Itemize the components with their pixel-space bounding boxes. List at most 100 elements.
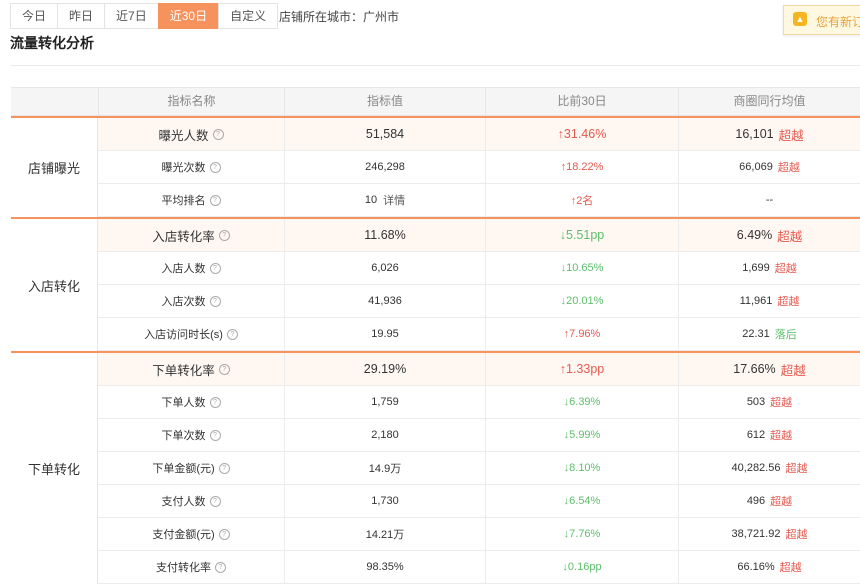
header-metric-value: 指标值: [284, 88, 485, 115]
peer-avg-value: 496: [746, 495, 766, 507]
group-label: 店铺曝光: [11, 118, 98, 217]
change-value: ↑1.33pp: [559, 362, 605, 376]
help-icon[interactable]: ?: [209, 295, 221, 307]
table-row: 入店转化率? 11.68% ↓5.51pp 6.49% 超越: [98, 219, 860, 252]
metric-group: 店铺曝光 曝光人数? 51,584 ↑31.46% 16,101 超越 曝光次数? 246,2…: [11, 116, 860, 217]
help-icon[interactable]: ?: [212, 128, 224, 140]
peer-avg-cell: 503 超越: [678, 386, 860, 418]
change-value: ↓8.10%: [563, 462, 601, 474]
metric-name: 曝光次数: [161, 162, 206, 174]
metric-value-cell: 19.95: [284, 318, 485, 350]
table-row: 支付金额(元)? 14.21万 ↓7.76% 38,721.92 超越: [98, 518, 860, 551]
help-icon[interactable]: ?: [209, 396, 221, 408]
tab-2[interactable]: 近7日: [104, 3, 159, 29]
table-row: 支付转化率? 98.35% ↓0.16pp 66.16% 超越: [98, 551, 860, 584]
help-icon[interactable]: ?: [209, 429, 221, 441]
tab-0[interactable]: 今日: [10, 3, 59, 29]
help-icon[interactable]: ?: [218, 363, 230, 375]
help-icon[interactable]: ?: [209, 262, 221, 274]
change-value: ↓5.51pp: [559, 228, 605, 242]
peer-avg-value: --: [765, 194, 774, 206]
help-icon[interactable]: ?: [218, 229, 230, 241]
metric-value: 246,298: [365, 161, 405, 173]
metric-name-cell: 下单转化率?: [98, 353, 284, 385]
tab-4[interactable]: 自定义: [218, 3, 279, 29]
metric-name: 支付金额(元): [152, 529, 215, 541]
peer-compare-badge: 超越: [777, 296, 800, 308]
metric-value-cell: 98.35%: [284, 551, 485, 583]
table-row: 入店人数? 6,026 ↓10.65% 1,699 超越: [98, 252, 860, 285]
change-cell: ↓5.99%: [485, 419, 678, 451]
change-value: ↓10.65%: [560, 262, 604, 274]
metric-name-cell: 入店转化率?: [98, 219, 284, 251]
help-icon[interactable]: ?: [215, 561, 226, 573]
change-value: ↑7.96%: [563, 328, 601, 340]
change-cell: ↓7.76%: [485, 518, 678, 550]
peer-compare-badge: 超越: [770, 430, 793, 442]
table-row: 下单转化率? 29.19% ↑1.33pp 17.66% 超越: [98, 353, 860, 386]
metric-value-cell: 246,298: [284, 151, 485, 183]
metric-value: 29.19%: [363, 362, 407, 376]
table-row: 下单人数? 1,759 ↓6.39% 503 超越: [98, 386, 860, 419]
metric-value: 10: [364, 194, 378, 206]
peer-avg-value: 6.49%: [736, 228, 773, 242]
bell-icon: ▲: [793, 12, 807, 26]
metric-name: 入店转化率: [152, 229, 215, 244]
metric-value-cell: 10 详情: [284, 184, 485, 216]
peer-avg-value: 11,961: [739, 295, 773, 307]
help-icon[interactable]: ?: [226, 328, 238, 340]
tab-3[interactable]: 近30日: [157, 3, 220, 29]
peer-compare-badge: 超越: [770, 397, 793, 409]
peer-compare-badge: 超越: [777, 162, 800, 174]
metric-value-cell: 1,730: [284, 485, 485, 517]
metric-value-cell: 6,026: [284, 252, 485, 284]
change-cell: ↑18.22%: [485, 151, 678, 183]
metric-value: 1,759: [371, 396, 399, 408]
table-header: 指标名称 指标值 比前30日 商圈同行均值: [11, 88, 860, 116]
peer-compare-badge: 超越: [777, 229, 803, 244]
change-cell: ↑31.46%: [485, 118, 678, 150]
table-row: 支付人数? 1,730 ↓6.54% 496 超越: [98, 485, 860, 518]
change-value: ↓6.54%: [563, 495, 601, 507]
table-row: 平均排名? 10 详情 ↑2名 --: [98, 184, 860, 217]
metric-value-cell: 11.68%: [284, 219, 485, 251]
change-cell: ↓6.54%: [485, 485, 678, 517]
metric-name: 下单人数: [161, 397, 206, 409]
change-value: ↑2名: [570, 195, 594, 207]
metric-name-cell: 下单人数?: [98, 386, 284, 418]
table-row: 曝光人数? 51,584 ↑31.46% 16,101 超越: [98, 118, 860, 151]
header-vs-prev: 比前30日: [485, 88, 678, 115]
metric-group: 入店转化 入店转化率? 11.68% ↓5.51pp 6.49% 超越 入店人数? 6,026…: [11, 217, 860, 351]
metric-name: 平均排名: [161, 195, 206, 207]
table-row: 入店访问时长(s)? 19.95 ↑7.96% 22.31 落后: [98, 318, 860, 351]
metric-name-cell: 下单次数?: [98, 419, 284, 451]
peer-avg-cell: 16,101 超越: [678, 118, 860, 150]
detail-link[interactable]: 详情: [383, 192, 405, 208]
metric-value: 51,584: [365, 127, 405, 141]
metric-name-cell: 入店访问时长(s)?: [98, 318, 284, 350]
new-order-notice[interactable]: ▲ 您有新订: [783, 5, 860, 35]
peer-compare-badge: 落后: [774, 329, 797, 341]
change-cell: ↓5.51pp: [485, 219, 678, 251]
metric-name: 入店次数: [161, 296, 206, 308]
metric-name: 下单转化率: [152, 363, 215, 378]
help-icon[interactable]: ?: [209, 161, 221, 173]
change-value: ↑18.22%: [560, 161, 604, 173]
peer-avg-cell: 66,069 超越: [678, 151, 860, 183]
metric-value-cell: 41,936: [284, 285, 485, 317]
peer-avg-value: 38,721.92: [731, 528, 781, 540]
help-icon[interactable]: ?: [209, 495, 221, 507]
header-peer-avg: 商圈同行均值: [678, 88, 860, 115]
notice-text: 您有新订: [816, 15, 860, 29]
change-cell: ↑2名: [485, 184, 678, 216]
metric-name: 入店人数: [161, 263, 206, 275]
help-icon[interactable]: ?: [218, 528, 230, 540]
tab-1[interactable]: 昨日: [57, 3, 106, 29]
change-cell: ↓10.65%: [485, 252, 678, 284]
table-row: 入店次数? 41,936 ↓20.01% 11,961 超越: [98, 285, 860, 318]
peer-avg-cell: 66.16% 超越: [678, 551, 860, 583]
peer-avg-value: 612: [746, 429, 766, 441]
help-icon[interactable]: ?: [209, 194, 221, 206]
peer-avg-value: 503: [746, 396, 766, 408]
help-icon[interactable]: ?: [218, 462, 230, 474]
